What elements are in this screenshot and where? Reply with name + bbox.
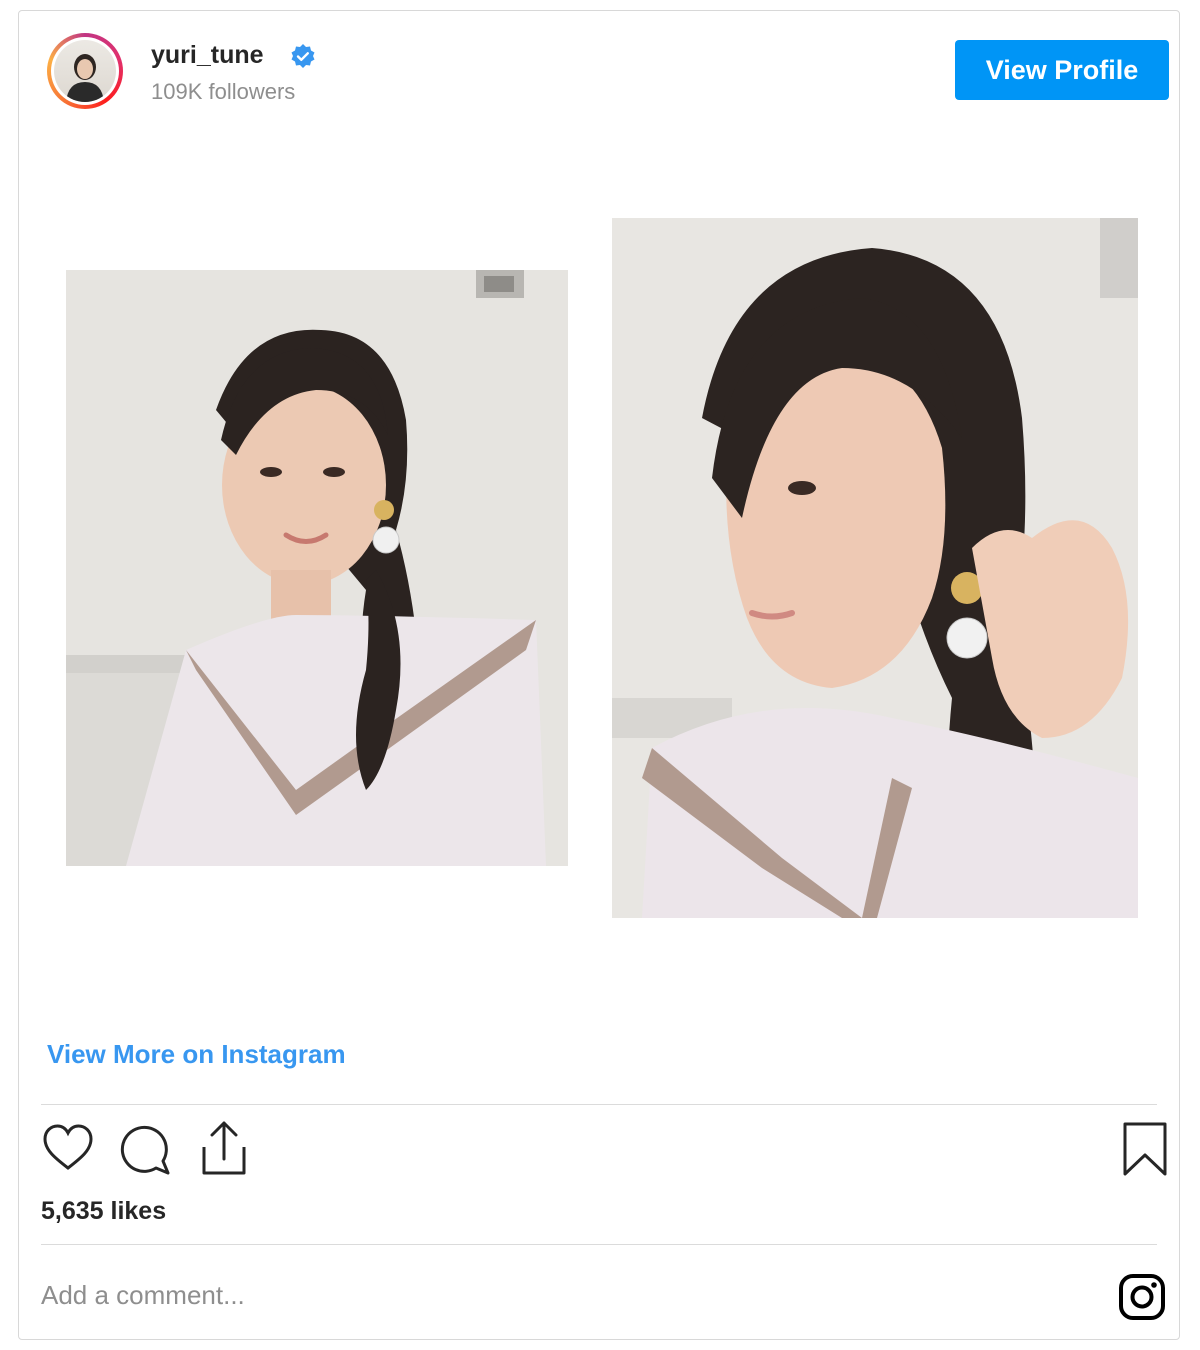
share-icon[interactable] bbox=[196, 1119, 252, 1177]
view-more-link[interactable]: View More on Instagram bbox=[47, 1039, 346, 1070]
view-profile-button[interactable]: View Profile bbox=[955, 40, 1169, 100]
comment-input[interactable] bbox=[41, 1273, 1101, 1317]
follower-count: 109K followers bbox=[151, 79, 296, 104]
avatar-photo bbox=[54, 40, 116, 102]
bookmark-icon[interactable] bbox=[1119, 1121, 1171, 1177]
username[interactable]: yuri_tune bbox=[151, 41, 264, 70]
heart-icon[interactable] bbox=[41, 1121, 95, 1175]
post-photo-smiling[interactable] bbox=[66, 270, 568, 866]
post-photo-profile[interactable] bbox=[612, 218, 1138, 918]
instagram-embed-card: yuri_tune 109K followers View Profile Vi… bbox=[18, 10, 1180, 1340]
divider bbox=[41, 1104, 1157, 1105]
verified-badge-icon bbox=[290, 43, 316, 69]
instagram-icon[interactable] bbox=[1118, 1273, 1166, 1321]
likes-count: 5,635 likes bbox=[41, 1197, 167, 1225]
divider bbox=[41, 1244, 1157, 1245]
avatar[interactable] bbox=[47, 33, 123, 109]
comment-icon[interactable] bbox=[116, 1121, 172, 1177]
